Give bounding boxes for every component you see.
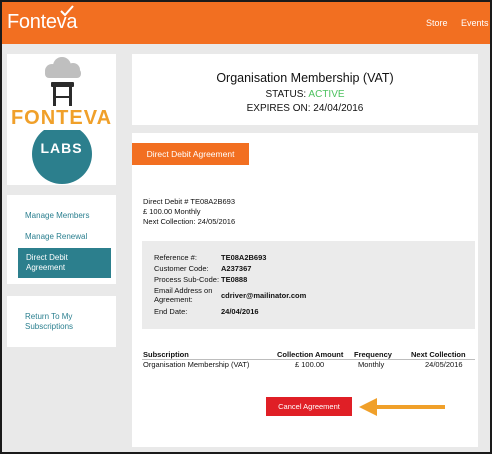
expiry-date: EXPIRES ON: 24/04/2016 [246,103,364,114]
detail-label: Email Address on Agreement: [154,286,213,304]
detail-value-email: cdriver@mailinator.com [221,291,307,300]
cell-frequency: Monthly [358,360,385,369]
cancel-agreement-button[interactable]: Cancel Agreement [266,397,352,416]
direct-debit-agreement-tab[interactable]: Direct Debit Agreement [132,143,249,165]
return-panel: Return To My Subscriptions [7,296,116,347]
subscription-header: Organisation Membership (VAT) STATUS: AC… [132,54,478,125]
column-header-collection-amount: Collection Amount [277,350,344,359]
brand-checkmark-icon [60,5,74,17]
status-badge: ACTIVE [308,89,345,100]
sidebar-item-manage-members[interactable]: Manage Members [7,211,116,221]
page-title: Organisation Membership (VAT) [216,71,394,85]
agreement-details-box: Reference #: TE08A2B693 Customer Code: A… [142,241,475,329]
detail-label: End Date: [154,307,188,316]
sidebar-menu: Manage Members Manage Renewal Direct Deb… [7,195,116,284]
direct-debit-summary: Direct Debit # TE08A2B693 £ 100.00 Month… [143,197,235,227]
detail-value-customer-code: A237367 [221,264,252,273]
detail-value-end-date: 24/04/2016 [221,307,259,316]
return-to-subscriptions-link[interactable]: Return To My Subscriptions [7,312,116,332]
status-line: STATUS: ACTIVE [132,89,478,100]
logo-labs-text: LABS [40,140,83,156]
top-navbar: Fonteva Store Events [2,2,490,44]
sidebar-item-direct-debit-agreement[interactable]: Direct Debit Agreement [18,248,111,278]
app-window: Fonteva Store Events FONTEVA LABS Manage… [0,0,492,454]
column-header-next-collection: Next Collection [411,350,466,359]
detail-label: Reference #: [154,253,197,262]
logo-panel: FONTEVA LABS [7,54,116,185]
nav-events-link[interactable]: Events [461,18,489,28]
column-header-subscription: Subscription [143,350,189,359]
nav-store-link[interactable]: Store [426,18,448,28]
dd-number: Direct Debit # TE08A2B693 [143,197,235,206]
cell-collection-amount: £ 100.00 [295,360,325,369]
detail-label: Customer Code: [154,264,209,273]
detail-label: Process Sub-Code: [154,275,220,284]
dd-next-collection: Next Collection: 24/05/2016 [143,217,236,226]
direct-debit-panel: Direct Debit Agreement Direct Debit # TE… [132,133,478,447]
column-header-frequency: Frequency [354,350,392,359]
cell-subscription: Organisation Membership (VAT) [143,360,250,369]
sidebar-item-manage-renewal[interactable]: Manage Renewal [7,232,116,242]
cell-next-collection: 24/05/2016 [425,360,463,369]
detail-value-process-subcode: TE0888 [221,275,248,284]
dd-amount-frequency: £ 100.00 Monthly [143,207,201,216]
annotation-arrow-icon [359,398,445,416]
detail-value-reference: TE08A2B693 [221,253,267,262]
status-label: STATUS: [265,89,309,100]
logo-fonteva-text: FONTEVA [10,107,113,129]
